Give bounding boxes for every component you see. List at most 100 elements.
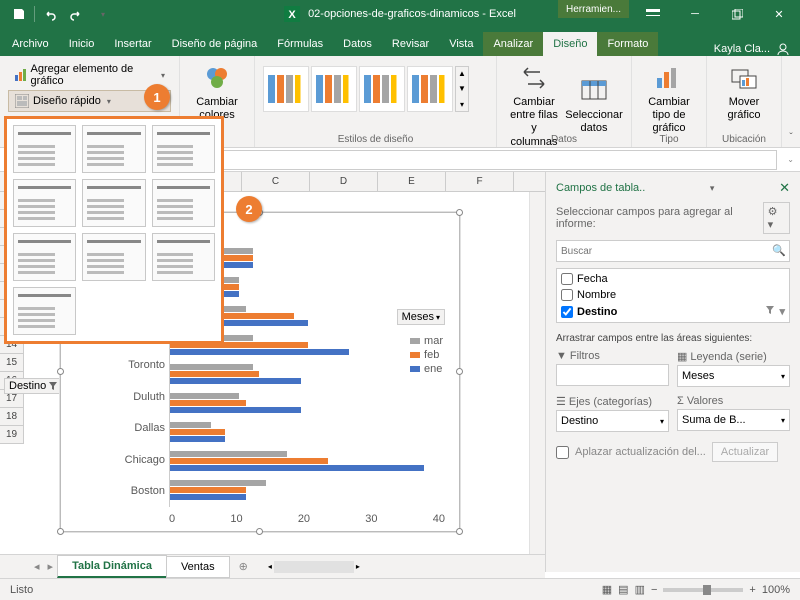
zone-values[interactable]: Suma de B...▾ [677, 409, 790, 431]
zone-legend[interactable]: Meses▾ [677, 365, 790, 387]
layout-option-2[interactable] [82, 125, 145, 173]
gallery-down-icon[interactable]: ▼ [458, 84, 466, 93]
chart-x-axis: 010203040 [169, 513, 445, 525]
col-c[interactable]: C [242, 172, 310, 191]
data-group-label: Datos [497, 134, 631, 145]
close-icon[interactable]: ✕ [758, 0, 800, 28]
vertical-scrollbar[interactable] [529, 192, 545, 572]
row-15[interactable]: 15 [0, 354, 24, 372]
redo-icon[interactable] [65, 3, 87, 25]
status-bar: Listo ▦ ▤ ▥ − + 100% [0, 578, 800, 600]
view-normal-icon[interactable]: ▦ [602, 583, 612, 596]
update-button[interactable]: Actualizar [712, 442, 778, 462]
gallery-more-icon[interactable]: ▾ [460, 100, 464, 109]
field-destino[interactable]: Destino▾ [559, 303, 787, 320]
zoom-out-icon[interactable]: − [651, 584, 657, 596]
new-sheet-icon[interactable]: ⊕ [229, 560, 258, 573]
zone-filters-label: ▼ Filtros [556, 350, 669, 362]
zone-filters[interactable] [556, 364, 669, 386]
change-colors-button[interactable]: Cambiar colores [188, 60, 246, 124]
layout-option-1[interactable] [13, 125, 76, 173]
add-chart-element-button[interactable]: Agregar elemento de gráfico [8, 60, 171, 90]
undo-icon[interactable] [39, 3, 61, 25]
zone-axis[interactable]: Destino▾ [556, 410, 669, 432]
search-icon: 🔍 [772, 244, 786, 257]
field-search-input[interactable] [556, 240, 790, 262]
row-19[interactable]: 19 [0, 426, 24, 444]
zoom-slider[interactable] [663, 588, 743, 592]
pane-close-icon[interactable]: ✕ [779, 180, 790, 196]
tab-formulas[interactable]: Fórmulas [267, 32, 333, 56]
zoom-level[interactable]: 100% [762, 584, 790, 596]
sheet-tab-tabla[interactable]: Tabla Dinámica [57, 555, 167, 578]
maximize-icon[interactable] [716, 0, 758, 28]
excel-icon: X [284, 6, 300, 22]
tab-insertar[interactable]: Insertar [104, 32, 161, 56]
layout-option-7[interactable] [13, 233, 76, 281]
location-group-label: Ubicación [707, 134, 781, 145]
row-18[interactable]: 18 [0, 408, 24, 426]
tab-diseno[interactable]: Diseño [543, 32, 597, 56]
field-fecha[interactable]: Fecha [559, 271, 787, 287]
defer-update-label: Aplazar actualización del... [575, 446, 706, 458]
chart-style-3[interactable] [359, 66, 405, 112]
collapse-ribbon-icon[interactable]: ˇ [789, 132, 792, 143]
formula-expand-icon[interactable]: ⌄ [781, 155, 800, 164]
zoom-in-icon[interactable]: + [749, 584, 755, 596]
sheet-nav-next[interactable]: ▸ [44, 560, 58, 573]
field-search[interactable]: 🔍 [556, 240, 790, 262]
layout-option-10[interactable] [13, 287, 76, 335]
save-icon[interactable] [8, 3, 30, 25]
chart-styles-gallery[interactable]: ▲ ▼ ▾ [263, 60, 488, 118]
pane-settings-button[interactable]: ⚙ ▾ [763, 202, 790, 234]
ribbon-options-icon[interactable] [632, 0, 674, 28]
minimize-icon[interactable]: ─ [674, 0, 716, 28]
sheet-nav-prev[interactable]: ◂ [30, 560, 44, 573]
filter-icon [48, 381, 58, 391]
ribbon-tabs: Archivo Inicio Insertar Diseño de página… [0, 28, 800, 56]
tab-inicio[interactable]: Inicio [59, 32, 105, 56]
select-data-button[interactable]: Seleccionar datos [565, 73, 623, 137]
col-f[interactable]: F [446, 172, 514, 191]
layout-option-9[interactable] [152, 233, 215, 281]
layout-option-3[interactable] [152, 125, 215, 173]
tab-vista[interactable]: Vista [439, 32, 483, 56]
col-e[interactable]: E [378, 172, 446, 191]
callout-2: 2 [236, 196, 262, 222]
tab-formato[interactable]: Formato [597, 32, 658, 56]
tab-diseno-pagina[interactable]: Diseño de página [162, 32, 268, 56]
move-chart-button[interactable]: Mover gráfico [715, 60, 773, 124]
pane-subtitle: Seleccionar campos para agregar al infor… [556, 206, 763, 230]
type-group-label: Tipo [632, 134, 706, 145]
qat-customize-icon[interactable] [91, 3, 113, 25]
layout-option-4[interactable] [13, 179, 76, 227]
tab-datos[interactable]: Datos [333, 32, 382, 56]
change-chart-type-button[interactable]: Cambiar tipo de gráfico [640, 60, 698, 138]
sheet-tab-ventas[interactable]: Ventas [166, 556, 230, 578]
user-menu[interactable]: Kayla Cla... [706, 42, 798, 56]
sheet-tab-strip: ◂ ▸ Tabla Dinámica Ventas ⊕ ◂▸ [0, 554, 545, 578]
select-data-icon [578, 75, 610, 107]
horizontal-scrollbar[interactable]: ◂▸ [268, 560, 360, 574]
chart-style-4[interactable] [407, 66, 453, 112]
view-page-icon[interactable]: ▤ [618, 583, 628, 596]
defer-update-checkbox[interactable] [556, 446, 569, 459]
gallery-up-icon[interactable]: ▲ [458, 69, 466, 78]
tab-analizar[interactable]: Analizar [483, 32, 543, 56]
slicer-destino[interactable]: Destino [4, 378, 63, 394]
tab-archivo[interactable]: Archivo [2, 32, 59, 56]
tab-revisar[interactable]: Revisar [382, 32, 439, 56]
drag-areas-label: Arrastrar campos entre las áreas siguien… [556, 333, 790, 344]
filter-icon [765, 305, 775, 315]
field-nombre[interactable]: Nombre [559, 287, 787, 303]
chart-style-2[interactable] [311, 66, 357, 112]
callout-1: 1 [144, 84, 170, 110]
field-list: Fecha Nombre Destino▾ [556, 268, 790, 323]
col-d[interactable]: D [310, 172, 378, 191]
layout-option-8[interactable] [82, 233, 145, 281]
chart-style-1[interactable] [263, 66, 309, 112]
view-break-icon[interactable]: ▥ [635, 583, 645, 596]
pivot-fields-pane: Campos de tabla..▾✕ Seleccionar campos p… [545, 172, 800, 572]
layout-option-5[interactable] [82, 179, 145, 227]
layout-option-6[interactable] [152, 179, 215, 227]
